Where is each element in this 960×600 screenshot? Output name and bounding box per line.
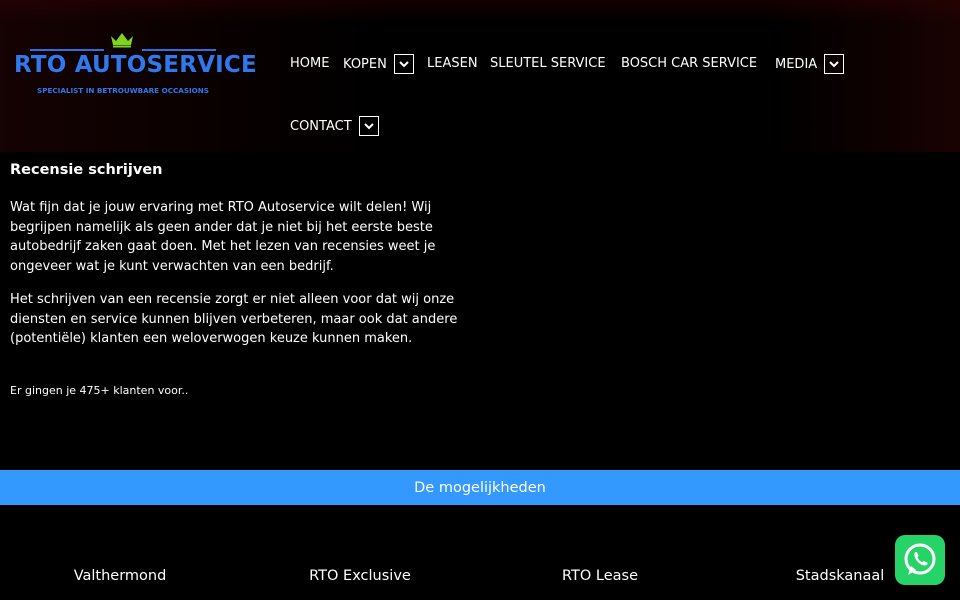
contact-dropdown-toggle[interactable] [358, 116, 379, 136]
logo-rule-right [142, 49, 216, 51]
nav-leasen[interactable]: LEASEN [427, 56, 478, 71]
location-rto-exclusive[interactable]: RTO Exclusive [240, 568, 480, 584]
location-valthermond[interactable]: Valthermond [0, 568, 240, 584]
chevron-down-icon [399, 60, 409, 67]
possibilities-banner[interactable]: De mogelijkheden [0, 470, 960, 505]
review-paragraph: Het schrijven van een recensie zorgt er … [10, 292, 458, 346]
nav-sleutel-service[interactable]: SLEUTEL SERVICE [490, 56, 606, 71]
nav-media[interactable]: MEDIA [775, 54, 845, 74]
whatsapp-icon [904, 543, 936, 575]
crown-icon [111, 33, 133, 48]
banner-label: De mogelijkheden [414, 479, 546, 496]
nav-sleutel-label: SLEUTEL SERVICE [490, 56, 606, 71]
logo-tagline: SPECIALIST IN BETROUWBARE OCCASIONS [37, 86, 209, 95]
nav-bosch-label: BOSCH CAR SERVICE [621, 56, 758, 71]
customer-count-note: Er gingen je 475+ klanten voor.. [10, 384, 189, 397]
location-rto-lease[interactable]: RTO Lease [480, 568, 720, 584]
nav-kopen-label: KOPEN [343, 56, 387, 72]
logo-wordmark: RTO AUTOSERVICE [14, 52, 257, 78]
intro-paragraph: Wat fijn dat je jouw ervaring met RTO Au… [10, 200, 436, 274]
nav-home[interactable]: HOME [290, 56, 329, 71]
nav-leasen-label: LEASEN [427, 56, 478, 71]
whatsapp-button[interactable] [895, 535, 945, 585]
site-logo[interactable]: RTO AUTOSERVICE SPECIALIST IN BETROUWBAR… [14, 32, 257, 100]
chevron-down-icon [363, 122, 374, 129]
nav-home-label: HOME [290, 56, 330, 71]
nav-contact-label: CONTACT [290, 118, 352, 134]
nav-media-label: MEDIA [775, 56, 818, 72]
nav-kopen[interactable]: KOPEN [343, 54, 414, 74]
chevron-down-icon [829, 60, 839, 67]
logo-rule-left [30, 49, 104, 51]
nav-contact[interactable]: CONTACT [290, 116, 379, 136]
page-title: Recensie schrijven [10, 162, 163, 178]
kopen-dropdown-toggle[interactable] [393, 54, 414, 74]
nav-bosch-car-service[interactable]: BOSCH CAR SERVICE [621, 56, 757, 71]
media-dropdown-toggle[interactable] [824, 54, 845, 74]
site-header: RTO AUTOSERVICE SPECIALIST IN BETROUWBAR… [0, 0, 960, 152]
